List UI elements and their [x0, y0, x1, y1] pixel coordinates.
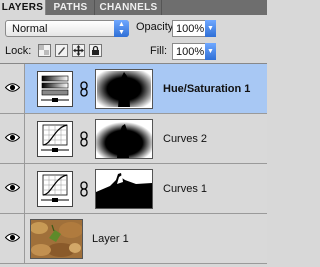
curves-adjustment-icon[interactable]	[37, 121, 73, 157]
lock-label: Lock:	[5, 45, 32, 57]
layer-mask-thumbnail[interactable]	[95, 119, 153, 159]
eye-icon	[5, 83, 20, 92]
tab-channels[interactable]: CHANNELS	[96, 0, 162, 15]
lock-image-pixels-icon[interactable]	[55, 44, 68, 57]
visibility-toggle[interactable]	[0, 164, 25, 213]
dropdown-arrow-icon[interactable]: ▼	[205, 20, 216, 37]
tab-paths[interactable]: PATHS	[47, 0, 95, 15]
blend-mode-dropdown[interactable]: Normal ▲ ▼	[5, 20, 129, 37]
eye-icon	[5, 183, 20, 192]
dropdown-arrow-icon[interactable]: ▼	[205, 43, 216, 60]
fill-label: Fill:	[150, 45, 168, 57]
visibility-toggle[interactable]	[0, 64, 25, 113]
eye-icon	[5, 233, 20, 242]
link-icon[interactable]	[80, 181, 88, 197]
opacity-label: Opacity:	[136, 21, 177, 33]
layer-row-curves-1[interactable]: Curves 1	[0, 164, 267, 214]
link-icon[interactable]	[80, 131, 88, 147]
eye-icon	[5, 133, 20, 142]
curves-adjustment-icon[interactable]	[37, 171, 73, 207]
up-down-arrows-icon: ▲ ▼	[114, 20, 129, 37]
layer-mask-thumbnail[interactable]	[95, 69, 153, 109]
link-icon[interactable]	[80, 81, 88, 97]
layer-image-thumbnail[interactable]	[30, 219, 83, 259]
tab-layers[interactable]: LAYERS	[0, 0, 46, 15]
layer-name[interactable]: Curves 1	[163, 182, 207, 196]
lock-all-icon[interactable]	[89, 44, 102, 57]
lock-transparent-pixels-icon[interactable]	[38, 44, 51, 57]
blend-mode-value: Normal	[12, 23, 48, 35]
layers-list: Hue/Saturation 1 Curves 2 Curves 1 Layer…	[0, 63, 267, 267]
layer-row-layer-1[interactable]: Layer 1	[0, 214, 267, 264]
panel-tab-bar: LAYERS PATHS CHANNELS	[0, 0, 267, 15]
layer-row-curves-2[interactable]: Curves 2	[0, 114, 267, 164]
visibility-toggle[interactable]	[0, 114, 25, 163]
fill-field[interactable]: 100% ▼	[172, 43, 216, 60]
visibility-toggle[interactable]	[0, 214, 25, 263]
lock-position-icon[interactable]	[72, 44, 85, 57]
fill-value: 100%	[176, 46, 205, 58]
opacity-value: 100%	[176, 23, 205, 35]
opacity-field[interactable]: 100% ▼	[172, 20, 216, 37]
hue-saturation-adjustment-icon[interactable]	[37, 71, 73, 107]
layer-row-hue-saturation-1[interactable]: Hue/Saturation 1	[0, 64, 267, 114]
layer-name[interactable]: Curves 2	[163, 132, 207, 146]
layer-mask-thumbnail[interactable]	[95, 169, 153, 209]
layer-name[interactable]: Hue/Saturation 1	[163, 82, 250, 96]
layer-name[interactable]: Layer 1	[92, 232, 129, 246]
